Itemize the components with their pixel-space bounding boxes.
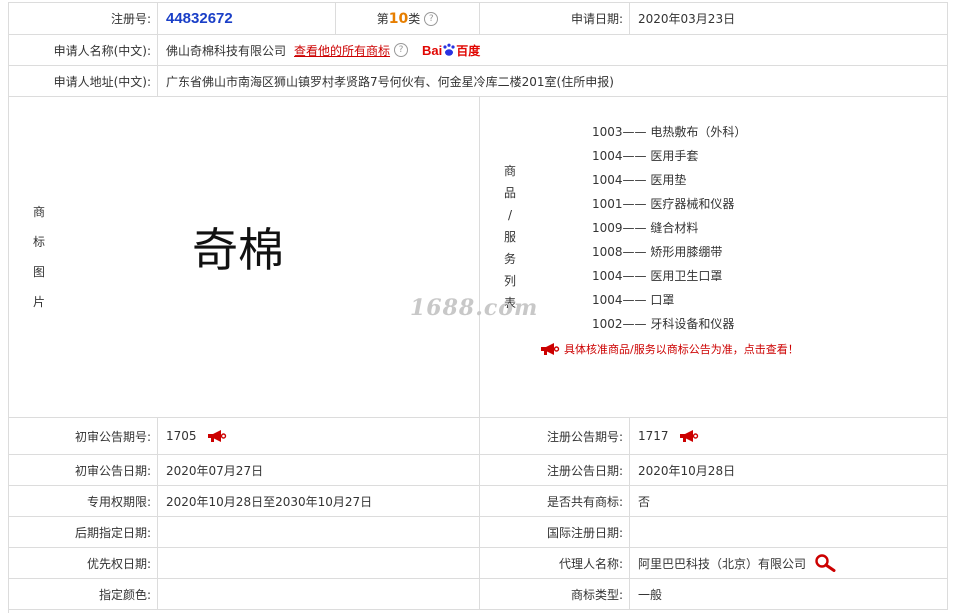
apply-date-label: 申请日期: — [480, 3, 630, 35]
services-note-text: 具体核准商品/服务以商标公告为准，点击查看！ — [564, 343, 799, 356]
service-item: 1002—— 牙科设备和仪器 — [592, 317, 735, 331]
service-item: 1009—— 缝合材料 — [592, 221, 699, 235]
services-label-char: / — [507, 208, 513, 222]
detail-value: 2020年10月28日至2030年10月27日 — [158, 486, 480, 517]
detail-label: 指定颜色: — [8, 579, 158, 610]
detail-value — [158, 579, 480, 610]
services-label: 商 品 / 服 务 列 表 — [500, 160, 520, 314]
regno-label: 注册号: — [8, 3, 158, 35]
service-item: 1004—— 口罩 — [592, 293, 675, 307]
class-number: 10 — [388, 10, 409, 27]
detail-label: 代理人名称: — [480, 548, 630, 579]
detail-label: 国际注册日期: — [480, 517, 630, 548]
class-cell: 第 10 类 ? — [336, 3, 480, 35]
trademark-logo-text: 奇棉 — [192, 223, 284, 277]
address-label: 申请人地址(中文): — [8, 66, 158, 97]
agent-name: 阿里巴巴科技（北京）有限公司 — [638, 556, 807, 571]
mark-label-char: 片 — [32, 295, 45, 309]
applicant-label: 申请人名称(中文): — [8, 35, 158, 66]
mark-label-char: 商 — [32, 205, 45, 219]
detail-value-cell: 1705 — [158, 418, 480, 455]
service-item: 1003—— 电热敷布（外科） — [592, 125, 747, 139]
baidu-paw-icon — [443, 43, 455, 56]
detail-value: 2020年07月27日 — [158, 455, 480, 486]
address-value: 广东省佛山市南海区狮山镇罗村孝贤路7号何伙有、何金星冷库二楼201室(住所申报) — [158, 66, 948, 97]
baidu-latin-text: Bai — [422, 42, 443, 58]
megaphone-icon[interactable] — [207, 429, 227, 443]
services-list: 1003—— 电热敷布（外科） 1004—— 医用手套 1004—— 医用垫 1… — [592, 123, 746, 339]
watermark: 1688.com — [410, 295, 539, 321]
service-item: 1004—— 医用卫生口罩 — [592, 269, 723, 283]
detail-value: 2020年10月28日 — [630, 455, 948, 486]
detail-label: 后期指定日期: — [8, 517, 158, 548]
detail-value: 1705 — [166, 429, 197, 443]
magnifier-icon[interactable] — [814, 554, 838, 572]
detail-label: 注册公告日期: — [480, 455, 630, 486]
services-label-char: 务 — [503, 252, 516, 266]
detail-value — [158, 517, 480, 548]
detail-label: 商标类型: — [480, 579, 630, 610]
applicant-value: 佛山奇棉科技有限公司 — [166, 43, 287, 58]
mark-image-label: 商 标 图 片 — [8, 97, 70, 417]
regno-value[interactable]: 44832672 — [166, 10, 233, 27]
detail-label: 初审公告期号: — [8, 418, 158, 455]
detail-label: 专用权期限: — [8, 486, 158, 517]
service-item: 1008—— 矫形用膝绷带 — [592, 245, 723, 259]
services-label-char: 商 — [503, 164, 516, 178]
detail-value: 否 — [630, 486, 948, 517]
applicant-cell: 佛山奇棉科技有限公司 查看他的所有商标 ? Bai 百度 — [158, 35, 948, 66]
agent-cell: 阿里巴巴科技（北京）有限公司 — [630, 548, 948, 579]
help-icon[interactable]: ? — [424, 11, 439, 26]
megaphone-icon[interactable] — [679, 429, 699, 443]
mark-label-char: 图 — [32, 265, 45, 279]
detail-label: 优先权日期: — [8, 548, 158, 579]
detail-value: 一般 — [630, 579, 948, 610]
service-item: 1004—— 医用手套 — [592, 149, 699, 163]
detail-value — [158, 548, 480, 579]
detail-value-cell: 1717 — [630, 418, 948, 455]
baidu-cn-text: 百度 — [456, 43, 481, 58]
mark-label-char: 标 — [32, 235, 45, 249]
apply-date-value: 2020年03月23日 — [630, 3, 948, 35]
view-all-trademarks-link[interactable]: 查看他的所有商标 — [294, 42, 390, 59]
services-note-link[interactable]: 具体核准商品/服务以商标公告为准，点击查看！ — [540, 341, 799, 357]
services-label-char: 品 — [503, 186, 516, 200]
detail-label: 是否共有商标: — [480, 486, 630, 517]
service-item: 1004—— 医用垫 — [592, 173, 687, 187]
baidu-search-link[interactable]: Bai 百度 — [422, 42, 480, 59]
regno-cell: 44832672 — [158, 3, 336, 35]
class-suffix: 类 — [408, 12, 421, 26]
help-icon[interactable]: ? — [394, 43, 409, 57]
service-item: 1001—— 医疗器械和仪器 — [592, 197, 735, 211]
detail-value — [630, 517, 948, 548]
megaphone-icon — [541, 343, 560, 355]
detail-value: 1717 — [638, 429, 669, 443]
trademark-detail-table: 注册号: 44832672 第 10 类 ? 申请日期: 2020年03月23日 申… — [0, 0, 954, 613]
detail-label: 初审公告日期: — [8, 455, 158, 486]
detail-label: 注册公告期号: — [480, 418, 630, 455]
services-label-char: 服 — [503, 230, 516, 244]
class-prefix: 第 — [376, 12, 389, 26]
services-label-char: 列 — [503, 274, 516, 288]
